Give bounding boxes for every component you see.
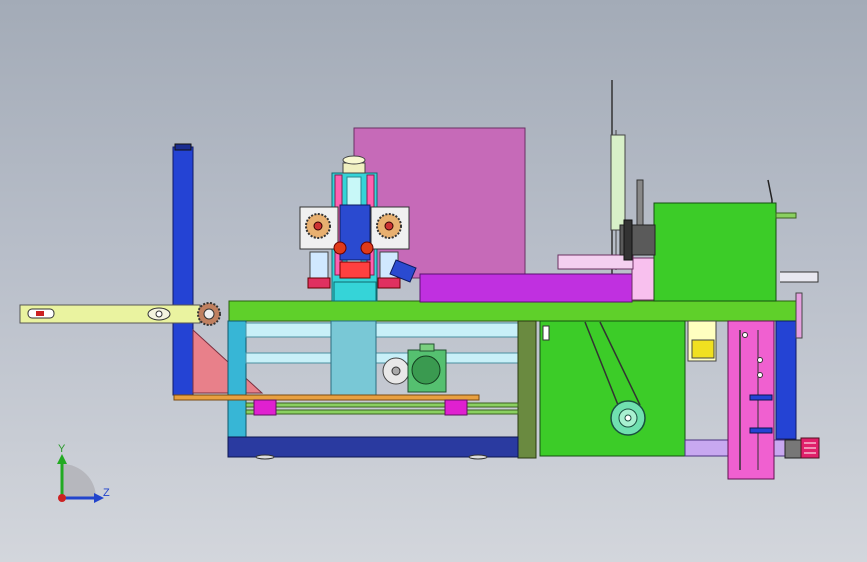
connector-body xyxy=(784,439,802,459)
machine-assembly-drawing: Y Z xyxy=(19,80,820,503)
column-cap xyxy=(174,143,192,151)
head-top-nut xyxy=(342,155,366,165)
arm-slot-marker xyxy=(36,311,44,316)
bearing-block xyxy=(444,399,468,416)
coordinate-triad: Y Z xyxy=(57,443,110,503)
foot xyxy=(255,454,275,460)
purple-bed xyxy=(419,273,633,303)
hopper-tab xyxy=(775,212,797,219)
head-base xyxy=(333,281,377,302)
cyan-rail-upper xyxy=(245,322,519,338)
triad-quadrant xyxy=(62,464,96,498)
orange-shelf xyxy=(173,394,480,401)
gear-hub xyxy=(384,221,394,231)
side-guide-plate xyxy=(610,134,626,231)
right-extension xyxy=(780,271,819,283)
motor-icon xyxy=(411,355,441,385)
cabinet-hole xyxy=(742,332,748,338)
green-hopper xyxy=(653,202,777,302)
gear-hub xyxy=(313,221,323,231)
cabinet-slider xyxy=(749,394,773,401)
motor-top xyxy=(419,343,435,352)
feed-slide xyxy=(557,254,634,270)
foot xyxy=(468,454,488,460)
cyan-rail-lower xyxy=(245,352,519,364)
lower-rod xyxy=(245,409,519,415)
cyan-leg-left xyxy=(227,320,247,440)
pivot-hole xyxy=(155,310,163,318)
red-knob xyxy=(360,241,374,255)
cabinet-slider xyxy=(749,427,773,434)
cabinet-hole xyxy=(757,357,763,363)
small-tab xyxy=(795,292,803,339)
bearing-block xyxy=(253,399,277,416)
pulley-center xyxy=(624,414,632,422)
sprocket-hub xyxy=(203,308,215,320)
red-knob xyxy=(333,241,347,255)
pulley-hub xyxy=(391,366,401,376)
sensor-body xyxy=(691,339,715,359)
y-axis-label: Y xyxy=(58,443,66,455)
blue-post-right xyxy=(775,320,797,440)
lower-rod xyxy=(245,402,519,408)
y-arrow-head xyxy=(57,454,67,464)
blue-column xyxy=(172,146,194,396)
z-axis-label: Z xyxy=(103,487,110,499)
head-foot xyxy=(307,277,331,289)
cabinet-hole xyxy=(757,372,763,378)
cyan-center-post xyxy=(330,320,377,397)
roller-shaft xyxy=(623,219,633,261)
head-foot xyxy=(377,277,401,289)
cad-viewport[interactable]: Y Z xyxy=(0,0,867,562)
head-nozzle xyxy=(339,261,371,279)
origin-point xyxy=(58,494,66,502)
main-frame-beam xyxy=(228,300,797,322)
olive-post xyxy=(517,320,537,459)
green-cabinet xyxy=(539,320,686,457)
cabinet-latch xyxy=(542,325,550,341)
navy-base xyxy=(227,436,519,458)
